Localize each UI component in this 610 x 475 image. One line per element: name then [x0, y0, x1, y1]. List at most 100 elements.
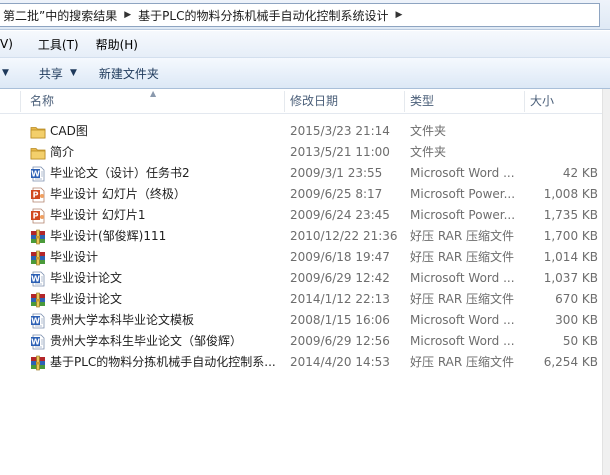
file-name: CAD图 — [50, 124, 88, 138]
breadcrumb[interactable]: 第二批”中的搜索结果 ▶ 基于PLC的物料分拣机械手自动化控制系统设计 ▶ — [0, 3, 600, 27]
file-row[interactable]: 毕业设计 2009/6/18 19:47 好压 RAR 压缩文件 1,014 KB — [0, 247, 610, 268]
file-name: 贵州大学本科生毕业论文（邹俊辉） — [50, 334, 243, 348]
file-name: 简介 — [50, 145, 75, 159]
word-doc-icon: W — [30, 313, 46, 329]
file-size — [520, 142, 598, 163]
file-name: 毕业设计 幻灯片1 — [50, 208, 146, 222]
column-headers: ▲ 名称 修改日期 类型 大小 — [0, 89, 610, 114]
svg-text:P: P — [33, 191, 39, 200]
column-header-size[interactable]: 大小 — [530, 89, 554, 114]
file-type: Microsoft Power... — [410, 187, 516, 201]
column-divider[interactable] — [20, 91, 21, 112]
file-name: 毕业设计论文 — [50, 271, 123, 285]
file-name: 贵州大学本科毕业论文模板 — [50, 313, 195, 327]
address-bar: 第二批”中的搜索结果 ▶ 基于PLC的物料分拣机械手自动化控制系统设计 ▶ — [0, 0, 610, 30]
file-name: 毕业论文（设计）任务书2 — [50, 166, 190, 180]
rar-archive-icon — [30, 292, 46, 308]
file-date: 2014/1/12 22:13 — [290, 292, 390, 306]
file-date: 2009/6/29 12:56 — [290, 334, 390, 348]
chevron-down-icon: ▼ — [2, 68, 9, 78]
column-divider[interactable] — [524, 91, 525, 112]
sort-ascending-icon: ▲ — [150, 89, 157, 98]
file-size: 1,735 KB — [543, 208, 598, 222]
svg-text:W: W — [31, 275, 40, 284]
menu-tools[interactable]: 工具(T) — [20, 36, 86, 53]
file-date: 2009/3/1 23:55 — [290, 166, 383, 180]
file-row[interactable]: 毕业设计(邹俊辉)111 2010/12/22 21:36 好压 RAR 压缩文件 1… — [0, 226, 610, 247]
file-row[interactable]: P 毕业设计 幻灯片1 2009/6/24 23:45 Microsoft Power… — [0, 205, 610, 226]
new-folder-button[interactable]: 新建文件夹 — [99, 58, 159, 88]
file-date: 2009/6/18 19:47 — [290, 250, 390, 264]
file-name: 基于PLC的物料分拣机械手自动化控制系... — [50, 355, 276, 369]
file-size: 1,037 KB — [543, 271, 598, 285]
file-date: 2015/3/23 21:14 — [290, 124, 390, 138]
file-size: 1,008 KB — [543, 187, 598, 201]
file-size: 670 KB — [555, 292, 598, 306]
file-name: 毕业设计论文 — [50, 292, 123, 306]
rar-archive-icon — [30, 229, 46, 245]
column-header-name[interactable]: 名称 — [30, 89, 54, 114]
file-type: Microsoft Word ... — [410, 271, 515, 285]
file-row[interactable]: 基于PLC的物料分拣机械手自动化控制系... 2014/4/20 14:53 好压 … — [0, 352, 610, 373]
svg-text:W: W — [31, 170, 40, 179]
svg-text:W: W — [31, 317, 40, 326]
file-size: 300 KB — [555, 313, 598, 327]
file-type: 文件夹 — [410, 124, 447, 138]
file-name: 毕业设计 — [50, 250, 99, 264]
word-doc-icon: W — [30, 334, 46, 350]
column-header-date[interactable]: 修改日期 — [290, 89, 338, 114]
file-type: Microsoft Power... — [410, 208, 516, 222]
menu-view[interactable]: V) — [0, 37, 20, 51]
file-date: 2009/6/24 23:45 — [290, 208, 390, 222]
share-label: 共享 — [38, 66, 63, 81]
file-size: 1,014 KB — [543, 250, 598, 264]
powerpoint-icon: P — [30, 187, 46, 203]
menu-help[interactable]: 帮助(H) — [86, 36, 145, 53]
file-type: Microsoft Word ... — [410, 166, 515, 180]
column-header-type[interactable]: 类型 — [410, 89, 434, 114]
file-type: Microsoft Word ... — [410, 334, 515, 348]
powerpoint-icon: P — [30, 208, 46, 224]
breadcrumb-item-folder[interactable]: 基于PLC的物料分拣机械手自动化控制系统设计 — [135, 7, 391, 24]
word-doc-icon: W — [30, 271, 46, 287]
file-row[interactable]: 毕业设计论文 2014/1/12 22:13 好压 RAR 压缩文件 670 KB — [0, 289, 610, 310]
file-name: 毕业设计(邹俊辉)111 — [50, 229, 167, 243]
column-divider[interactable] — [404, 91, 405, 112]
file-date: 2013/5/21 11:00 — [290, 145, 390, 159]
breadcrumb-item-search-results[interactable]: 第二批”中的搜索结果 — [0, 7, 120, 24]
file-date: 2010/12/22 21:36 — [290, 229, 398, 243]
svg-text:W: W — [31, 338, 40, 347]
file-list: CAD图 2015/3/23 21:14 文件夹 简介 2013/5/21 11:00 文… — [0, 121, 610, 373]
file-row[interactable]: W 毕业论文（设计）任务书2 2009/3/1 23:55 Microsoft Wor… — [0, 163, 610, 184]
file-size: 1,700 KB — [543, 229, 598, 243]
file-type: Microsoft Word ... — [410, 313, 515, 327]
file-row[interactable]: W 贵州大学本科毕业论文模板 2008/1/15 16:06 Microsoft Wo… — [0, 310, 610, 331]
file-date: 2014/4/20 14:53 — [290, 355, 390, 369]
file-size: 50 KB — [562, 334, 598, 348]
folder-icon — [30, 145, 46, 161]
menu-bar: V) 工具(T) 帮助(H) — [0, 31, 610, 58]
file-size: 42 KB — [562, 166, 598, 180]
column-divider[interactable] — [284, 91, 285, 112]
file-type: 好压 RAR 压缩文件 — [410, 250, 515, 264]
toolbar-left-dropdown[interactable]: ▼ — [0, 58, 9, 88]
file-date: 2008/1/15 16:06 — [290, 313, 390, 327]
file-row[interactable]: W 贵州大学本科生毕业论文（邹俊辉） 2009/6/29 12:56 Microsof… — [0, 331, 610, 352]
file-row[interactable]: P 毕业设计 幻灯片（终极） 2009/6/25 8:17 Microsoft Pow… — [0, 184, 610, 205]
file-date: 2009/6/29 12:42 — [290, 271, 390, 285]
breadcrumb-chevron-icon[interactable]: ▶ — [120, 10, 135, 20]
file-row[interactable]: 简介 2013/5/21 11:00 文件夹 — [0, 142, 610, 163]
rar-archive-icon — [30, 250, 46, 266]
file-size: 6,254 KB — [543, 355, 598, 369]
file-row[interactable]: CAD图 2015/3/23 21:14 文件夹 — [0, 121, 610, 142]
share-button[interactable]: 共享 ▼ — [39, 58, 77, 88]
file-row[interactable]: W 毕业设计论文 2009/6/29 12:42 Microsoft Word ...… — [0, 268, 610, 289]
breadcrumb-chevron-icon[interactable]: ▶ — [391, 10, 406, 20]
file-type: 好压 RAR 压缩文件 — [410, 292, 515, 306]
file-type: 文件夹 — [410, 145, 447, 159]
new-folder-label: 新建文件夹 — [98, 66, 159, 81]
folder-icon — [30, 124, 46, 140]
svg-text:P: P — [33, 212, 39, 221]
word-doc-icon: W — [30, 166, 46, 182]
command-toolbar: ▼ 共享 ▼ 新建文件夹 — [0, 58, 610, 89]
